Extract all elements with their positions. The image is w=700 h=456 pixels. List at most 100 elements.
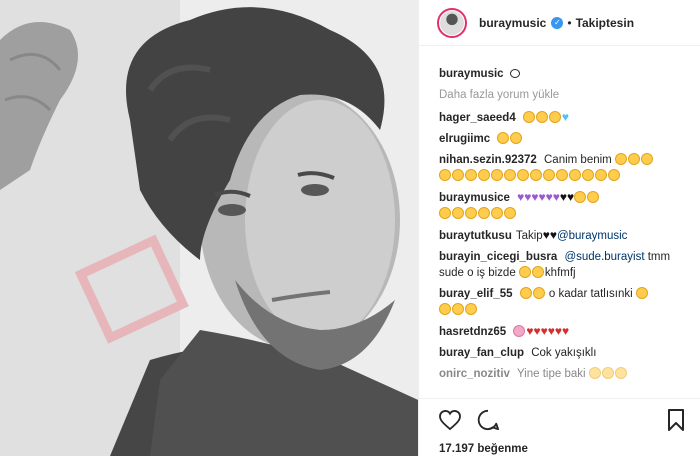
- emoji-icon: [614, 153, 627, 165]
- bookmark-icon[interactable]: [667, 409, 685, 431]
- caption-username[interactable]: buraymusic: [439, 68, 504, 80]
- emoji-icon: [574, 191, 587, 203]
- portrait-image: [0, 0, 418, 456]
- emoji-icon: [569, 169, 581, 181]
- emoji-icon: [532, 287, 545, 299]
- emoji-icon: [478, 169, 490, 181]
- emoji-icon: [531, 266, 544, 278]
- purple-heart-icon: ♥: [524, 190, 532, 204]
- comment-item: buray_elif_55 o kadar tatlısınki: [439, 286, 685, 318]
- emoji-icon: [465, 303, 477, 315]
- comment-item: burayin_cicegi_busra @sude.burayist tmm …: [439, 249, 685, 281]
- purple-heart-icon: ♥: [545, 190, 553, 204]
- heart-icon[interactable]: [439, 410, 461, 430]
- comment-username[interactable]: buraytutkusu: [439, 230, 512, 242]
- emoji-icon: [627, 153, 640, 165]
- black-heart-icon: ♥: [549, 228, 557, 242]
- comment-text: Cok yakışıklı: [531, 347, 597, 359]
- comment-item: hager_saeed4 ♥: [439, 109, 685, 126]
- purple-heart-icon: ♥: [538, 190, 546, 204]
- separator-dot: •: [567, 15, 572, 30]
- emoji-icon: [530, 169, 542, 181]
- black-heart-icon: ♥: [542, 228, 550, 242]
- emoji-icon: [595, 169, 607, 181]
- emoji-icon: [582, 169, 594, 181]
- comments-list: buraymusic Daha fazla yorum yükle hager_…: [419, 46, 700, 398]
- comment-username[interactable]: nihan.sezin.92372: [439, 154, 537, 166]
- emoji-icon: [614, 367, 627, 379]
- comment-text: o kadar tatlısınki: [548, 288, 633, 300]
- comment-text: sude o iş bizde: [439, 267, 516, 279]
- comment-item: buraymusice ♥♥♥♥♥♥♥♥: [439, 189, 685, 222]
- comment-text: tmm: [647, 251, 671, 263]
- emoji-icon: [478, 207, 490, 219]
- comment-text: Yine tipe baki: [516, 368, 586, 380]
- mention-link[interactable]: @buraymusic: [557, 230, 627, 242]
- emoji-icon: [439, 303, 451, 315]
- emoji-icon: [491, 207, 503, 219]
- red-heart-icon: ♥: [533, 324, 541, 338]
- comment-item: buray_fan_clup Cok yakışıklı: [439, 345, 685, 361]
- emoji-icon: [543, 169, 555, 181]
- comment-text: khfmfj: [544, 267, 576, 279]
- black-heart-icon: ♥: [559, 190, 568, 204]
- comment-item: elrugiimc: [439, 131, 685, 147]
- post-header: buraymusic ✓ • Takiptesin: [419, 0, 700, 46]
- emoji-icon: [518, 266, 531, 278]
- comment-item: nihan.sezin.92372 Canim benim: [439, 152, 685, 184]
- mention-link[interactable]: @sude.burayist: [564, 251, 644, 263]
- emoji-icon: [635, 287, 648, 299]
- emoji-icon: [519, 287, 532, 299]
- red-heart-icon: ♥: [547, 324, 555, 338]
- emoji-icon: [556, 169, 568, 181]
- comment-text: Takip: [515, 230, 543, 242]
- comment-username[interactable]: buray_elif_55: [439, 288, 513, 300]
- emoji-icon: [504, 169, 516, 181]
- emoji-icon: [535, 111, 548, 123]
- black-heart-icon: ♥: [567, 190, 575, 204]
- emoji-icon: [588, 367, 601, 379]
- comment-username[interactable]: burayin_cicegi_busra: [439, 251, 557, 263]
- verified-icon: ✓: [551, 16, 564, 29]
- likes-count[interactable]: 17.197 beğenme: [439, 443, 685, 455]
- post-panel: buraymusic ✓ • Takiptesin buraymusic Dah…: [418, 0, 700, 456]
- emoji-icon: [517, 169, 529, 181]
- emoji-icon: [439, 207, 451, 219]
- action-bar: 17.197 beğenme: [419, 398, 700, 456]
- emoji-icon: [608, 169, 620, 181]
- emoji-icon: [452, 207, 464, 219]
- speech-bubble-icon: [509, 69, 520, 78]
- emoji-icon: [510, 132, 523, 144]
- red-heart-icon: ♥: [554, 324, 562, 338]
- comment-username[interactable]: onirc_nozitiv: [439, 368, 510, 380]
- comment-username[interactable]: hager_saeed4: [439, 112, 516, 124]
- avatar[interactable]: [437, 7, 467, 38]
- red-heart-icon: ♥: [561, 324, 570, 338]
- comment-username[interactable]: elrugiimc: [439, 133, 490, 145]
- purple-heart-icon: ♥: [531, 190, 539, 204]
- emoji-icon: [504, 207, 516, 219]
- emoji-icon: [548, 111, 561, 123]
- post-username[interactable]: buraymusic: [479, 16, 546, 30]
- comment-username[interactable]: buraymusice: [439, 192, 510, 204]
- blue-heart-icon: ♥: [561, 110, 570, 124]
- comment-icon[interactable]: [477, 409, 499, 431]
- comment-username[interactable]: buray_fan_clup: [439, 347, 524, 359]
- emoji-icon: [587, 191, 600, 203]
- emoji-icon: [465, 207, 477, 219]
- red-heart-icon: ♥: [526, 324, 534, 338]
- emoji-icon: [452, 169, 464, 181]
- emoji-icon: [601, 367, 614, 379]
- emoji-icon: [522, 111, 535, 123]
- load-more-comments-link[interactable]: Daha fazla yorum yükle: [439, 89, 685, 101]
- purple-heart-icon: ♥: [517, 190, 525, 204]
- follow-status-button[interactable]: Takiptesin: [576, 16, 634, 30]
- emoji-icon: [452, 303, 464, 315]
- avatar-image: [440, 10, 464, 35]
- post-photo[interactable]: [0, 0, 418, 456]
- red-heart-icon: ♥: [540, 324, 548, 338]
- comment-username[interactable]: hasretdnz65: [439, 326, 506, 338]
- flower-emoji-icon: [513, 325, 526, 337]
- comment-text: Canim benim: [544, 154, 612, 166]
- purple-heart-icon: ♥: [552, 190, 560, 204]
